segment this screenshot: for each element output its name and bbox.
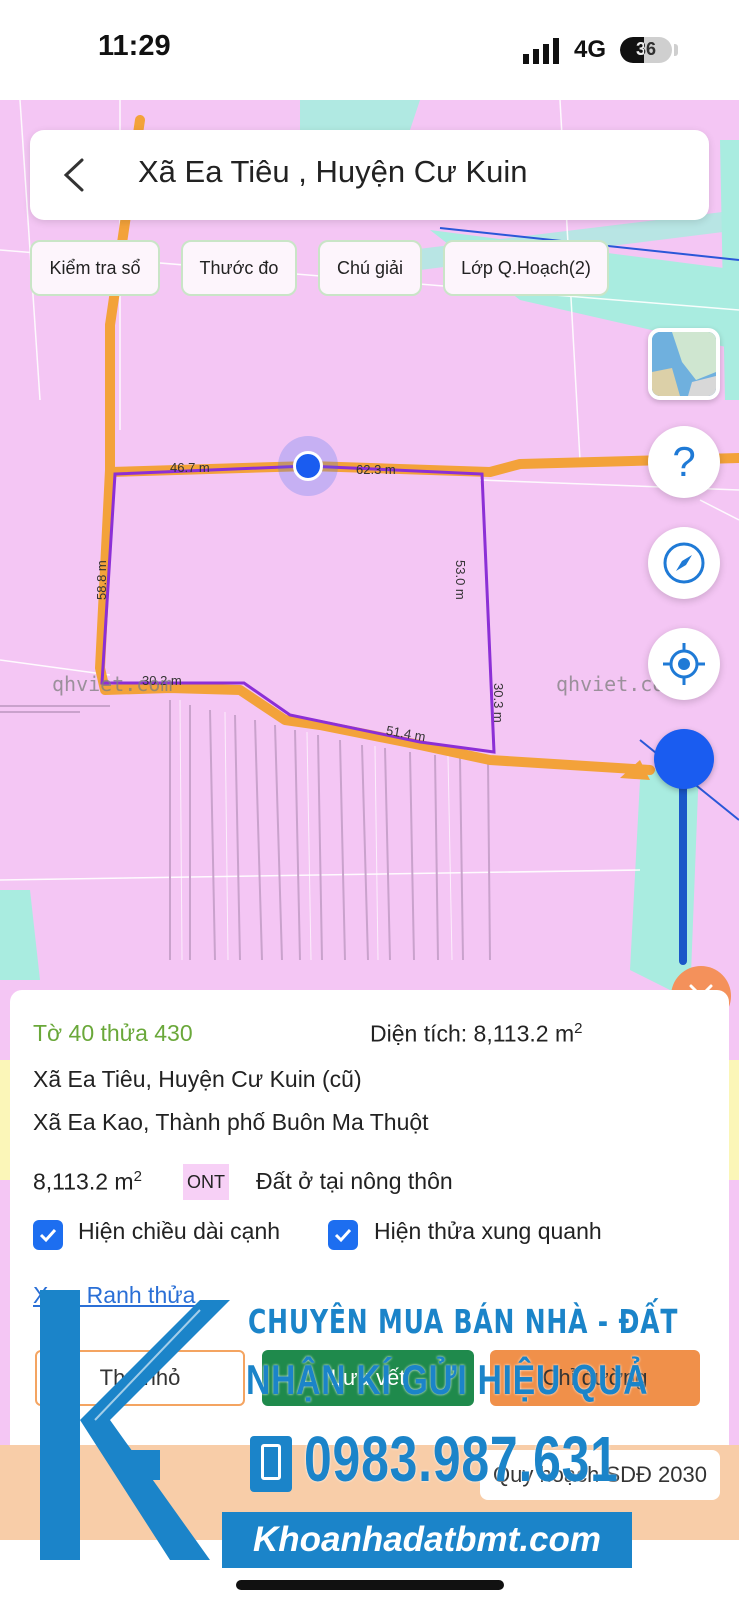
- location-title: Xã Ea Tiêu , Huyện Cư Kuin: [138, 154, 528, 189]
- status-bar: 11:29 4G 36: [0, 0, 739, 100]
- ad-phone-number: 0983.987.631: [304, 1423, 619, 1495]
- edge-label: 46.7 m: [170, 460, 210, 475]
- locate-icon[interactable]: [648, 628, 720, 700]
- land-type: Đất ở tại nông thôn: [256, 1168, 453, 1194]
- signal-icon: [523, 38, 559, 64]
- home-indicator[interactable]: [236, 1580, 504, 1590]
- ruler-chip[interactable]: Thước đo: [181, 240, 297, 296]
- address-new: Xã Ea Kao, Thành phố Buôn Ma Thuột: [33, 1109, 429, 1135]
- neighbors-checkbox[interactable]: [328, 1220, 358, 1250]
- battery-icon: 36: [620, 37, 672, 63]
- edge-length-checkbox[interactable]: [33, 1220, 63, 1250]
- help-glyph: ?: [672, 438, 696, 485]
- planning-layer-chip[interactable]: Lớp Q.Hoạch(2): [443, 240, 609, 296]
- help-icon[interactable]: ?: [648, 426, 720, 498]
- ad-slogan-2: NHẬN KÍ GỬI HIỆU QUẢ: [246, 1356, 649, 1403]
- check-icon: [334, 1228, 352, 1243]
- location-header: Xã Ea Tiêu , Huyện Cư Kuin: [30, 130, 709, 220]
- neighbors-label: Hiện thửa xung quanh: [374, 1218, 602, 1244]
- edge-label: 53.0 m: [453, 560, 468, 600]
- parcel-id: Tờ 40 thửa 430: [33, 1020, 193, 1046]
- edge-label: 58.8 m: [94, 560, 109, 600]
- network-type: 4G: [574, 36, 607, 63]
- watermark-left: qhviet.com: [52, 672, 173, 696]
- land-size: 8,113.2 m2: [33, 1168, 142, 1195]
- zoom-slider-track[interactable]: [679, 770, 687, 965]
- check-book-chip[interactable]: Kiểm tra sổ: [30, 240, 160, 296]
- land-code-badge: ONT: [183, 1164, 229, 1200]
- phone-icon: [250, 1436, 292, 1492]
- address-old: Xã Ea Tiêu, Huyện Cư Kuin (cũ): [33, 1066, 362, 1092]
- edge-label: 62.3 m: [356, 462, 396, 477]
- map-layer-icon[interactable]: [648, 328, 720, 400]
- legend-chip[interactable]: Chú giải: [318, 240, 422, 296]
- battery-level: 36: [635, 39, 657, 59]
- parcel-area: Diện tích: 8,113.2 m2: [370, 1020, 583, 1047]
- ad-slogan-1: CHUYÊN MUA BÁN NHÀ - ĐẤT: [248, 1302, 679, 1341]
- status-time: 11:29: [98, 30, 171, 62]
- back-arrow-icon[interactable]: [52, 152, 98, 198]
- ad-website: Khoanhadatbmt.com: [222, 1512, 632, 1568]
- logo-k: [40, 1290, 230, 1560]
- compass-icon[interactable]: [648, 527, 720, 599]
- edge-label: 30.3 m: [491, 683, 506, 723]
- edge-length-label: Hiện chiều dài cạnh: [78, 1218, 281, 1244]
- zoom-slider-handle[interactable]: [654, 729, 714, 789]
- check-icon: [39, 1228, 57, 1243]
- current-location-marker: [278, 436, 338, 496]
